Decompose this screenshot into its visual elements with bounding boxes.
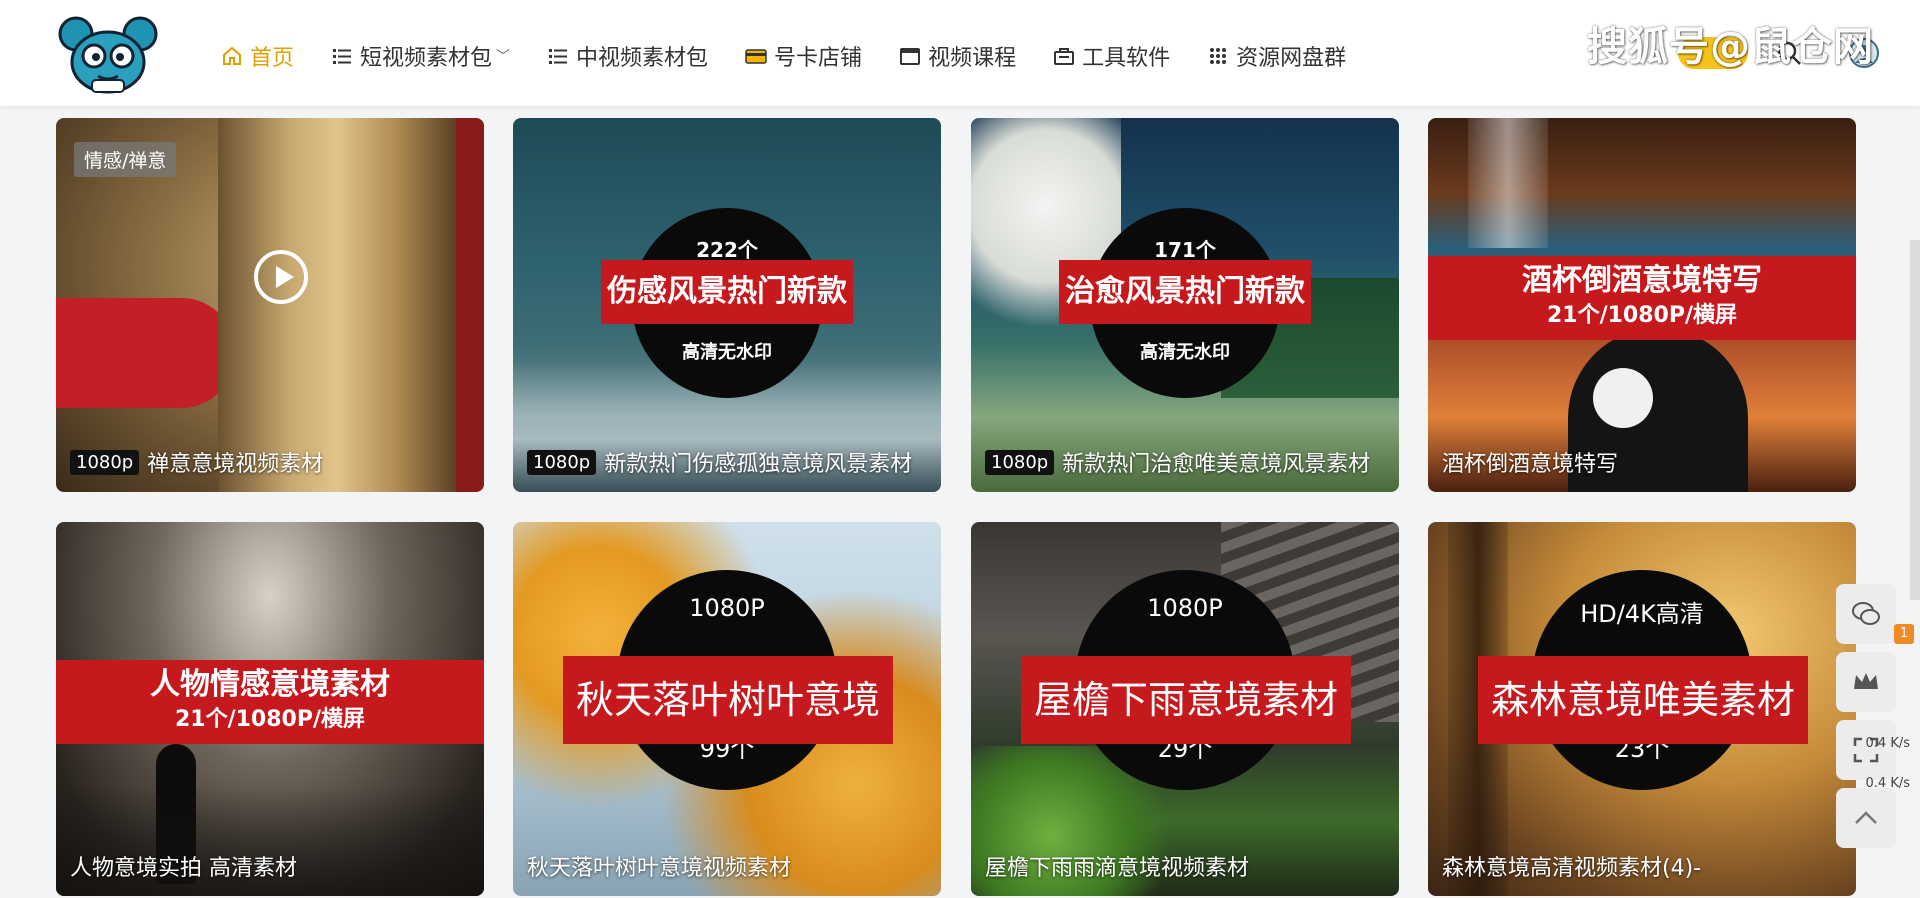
- video-card[interactable]: HD/4K高清 23个 森林意境唯美素材 森林意境高清视频素材(4)-: [1428, 522, 1856, 896]
- video-card[interactable]: 人物情感意境素材 21个/1080P/横屏 人物意境实拍 高清素材: [56, 522, 484, 896]
- nav-video-course[interactable]: 视频课程: [898, 38, 1016, 74]
- chevron-down-icon: ﹀: [496, 49, 511, 65]
- overlay-title: 治愈风景热门新款: [1059, 260, 1311, 324]
- card-title-text: 禅意意境视频素材: [147, 452, 324, 477]
- card-title-text: 屋檐下雨雨滴意境视频素材: [985, 856, 1250, 881]
- list-icon: [330, 44, 354, 68]
- download-speed: 0.4 K/s: [1865, 776, 1910, 791]
- notification-badge[interactable]: 1: [1894, 624, 1914, 644]
- video-card[interactable]: 1080P 99个 秋天落叶树叶意境 秋天落叶树叶意境视频素材: [513, 522, 941, 896]
- overlay-banner: 酒杯倒酒意境特写 21个/1080P/横屏: [1428, 256, 1856, 340]
- nav-label: 短视频素材包: [360, 46, 493, 71]
- resolution-badge: 1080p: [527, 449, 597, 475]
- card-title: 人物意境实拍 高清素材: [70, 850, 297, 882]
- overlay-subtitle: 高清无水印: [1140, 342, 1230, 363]
- card-title: 屋檐下雨雨滴意境视频素材: [985, 850, 1249, 882]
- nav-label: 首页: [250, 46, 295, 71]
- wine-glasses: [1468, 118, 1548, 248]
- overlay-subtitle: 高清无水印: [682, 342, 772, 363]
- overlay-tag: 1080P: [689, 594, 765, 622]
- category-tag[interactable]: 情感/禅意: [74, 142, 177, 177]
- nav-home[interactable]: 首页: [220, 38, 294, 74]
- banner-line2: 21个/1080P/横屏: [1546, 303, 1738, 328]
- overlay-count: 171个: [1154, 238, 1216, 262]
- nav-label: 视频课程: [928, 46, 1017, 71]
- scrollbar[interactable]: [1910, 240, 1920, 600]
- prayer-wheel: [218, 118, 456, 492]
- overlay-title: 屋檐下雨意境素材: [1021, 656, 1351, 744]
- nav-label: 工具软件: [1082, 46, 1171, 71]
- site-header: 首页 短视频素材包 ﹀ 中视频素材包 号卡店铺 视频课程 工具软件 资源网盘群 …: [0, 0, 1920, 106]
- card-title-text: 新款热门伤感孤独意境风景素材: [604, 452, 913, 477]
- vip-crown-button[interactable]: [1836, 652, 1896, 712]
- card-title: 酒杯倒酒意境特写: [1442, 446, 1618, 478]
- red-pillar: [456, 118, 484, 492]
- overlay-count: 222个: [696, 238, 758, 262]
- chevron-up-icon: [1855, 811, 1877, 824]
- video-card[interactable]: 情感/禅意 1080p 禅意意境视频素材: [56, 118, 484, 492]
- play-icon[interactable]: [254, 250, 308, 304]
- back-to-top-button[interactable]: [1836, 788, 1896, 848]
- wechat-button[interactable]: [1836, 584, 1896, 644]
- nav-label: 资源网盘群: [1236, 46, 1347, 71]
- overlay-title: 伤感风景热门新款: [601, 260, 853, 324]
- overlay-title: 森林意境唯美素材: [1478, 656, 1808, 744]
- banner-line2: 21个/1080P/横屏: [174, 707, 366, 732]
- nav-mid-video-pack[interactable]: 中视频素材包: [546, 38, 708, 74]
- video-card[interactable]: 171个 高清无水印 治愈风景热门新款 1080p 新款热门治愈唯美意境风景素材: [971, 118, 1399, 492]
- card-title: 1080p 新款热门伤感孤独意境风景素材: [527, 446, 912, 478]
- video-icon: [898, 44, 922, 68]
- nav-label: 号卡店铺: [774, 46, 863, 71]
- crown-icon: [1854, 673, 1878, 689]
- card-title-text: 酒杯倒酒意境特写: [1442, 452, 1619, 477]
- main-nav: 首页 短视频素材包 ﹀ 中视频素材包 号卡店铺 视频课程 工具软件 资源网盘群: [220, 38, 1382, 74]
- card-title: 秋天落叶树叶意境视频素材: [527, 850, 791, 882]
- video-card[interactable]: 222个 高清无水印 伤感风景热门新款 1080p 新款热门伤感孤独意境风景素材: [513, 118, 941, 492]
- card-title-text: 秋天落叶树叶意境视频素材: [527, 856, 792, 881]
- site-logo[interactable]: [58, 12, 158, 96]
- bottle-mouth: [1593, 368, 1653, 428]
- card-icon: [744, 44, 768, 68]
- video-card[interactable]: 酒杯倒酒意境特写 21个/1080P/横屏 酒杯倒酒意境特写: [1428, 118, 1856, 492]
- card-title: 1080p 新款热门治愈唯美意境风景素材: [985, 446, 1370, 478]
- floating-toolbar: [1836, 584, 1896, 856]
- resolution-badge: 1080p: [70, 449, 140, 475]
- banner-line1: 酒杯倒酒意境特写: [1522, 263, 1762, 298]
- resolution-badge: 1080p: [985, 449, 1055, 475]
- hand-shape: [56, 298, 236, 408]
- nav-label: 中视频素材包: [576, 46, 709, 71]
- overlay-tag: HD/4K高清: [1580, 600, 1704, 628]
- card-title-text: 新款热门治愈唯美意境风景素材: [1062, 452, 1371, 477]
- grid-icon: [1206, 44, 1230, 68]
- nav-cloud-group[interactable]: 资源网盘群: [1206, 38, 1346, 74]
- nav-tool-software[interactable]: 工具软件: [1052, 38, 1170, 74]
- overlay-tag: 1080P: [1147, 594, 1223, 622]
- list-icon: [546, 44, 570, 68]
- card-title: 森林意境高清视频素材(4)-: [1442, 850, 1701, 882]
- watermark-text: 搜狐号@鼠仓网: [1587, 24, 1874, 70]
- banner-line1: 人物情感意境素材: [150, 667, 390, 702]
- video-card[interactable]: 1080P 29个 屋檐下雨意境素材 屋檐下雨雨滴意境视频素材: [971, 522, 1399, 896]
- card-title: 1080p 禅意意境视频素材: [70, 446, 323, 478]
- nav-short-video-pack[interactable]: 短视频素材包 ﹀: [330, 38, 510, 74]
- nav-card-store[interactable]: 号卡店铺: [744, 38, 862, 74]
- chat-icon: [1852, 602, 1880, 625]
- overlay-banner: 人物情感意境素材 21个/1080P/横屏: [56, 660, 484, 744]
- toolbox-icon: [1052, 44, 1076, 68]
- card-title-text: 人物意境实拍 高清素材: [70, 856, 297, 881]
- home-icon: [220, 44, 244, 68]
- overlay-title: 秋天落叶树叶意境: [563, 656, 893, 744]
- card-title-text: 森林意境高清视频素材(4)-: [1442, 856, 1702, 881]
- upload-speed: 0.4 K/s: [1865, 736, 1910, 751]
